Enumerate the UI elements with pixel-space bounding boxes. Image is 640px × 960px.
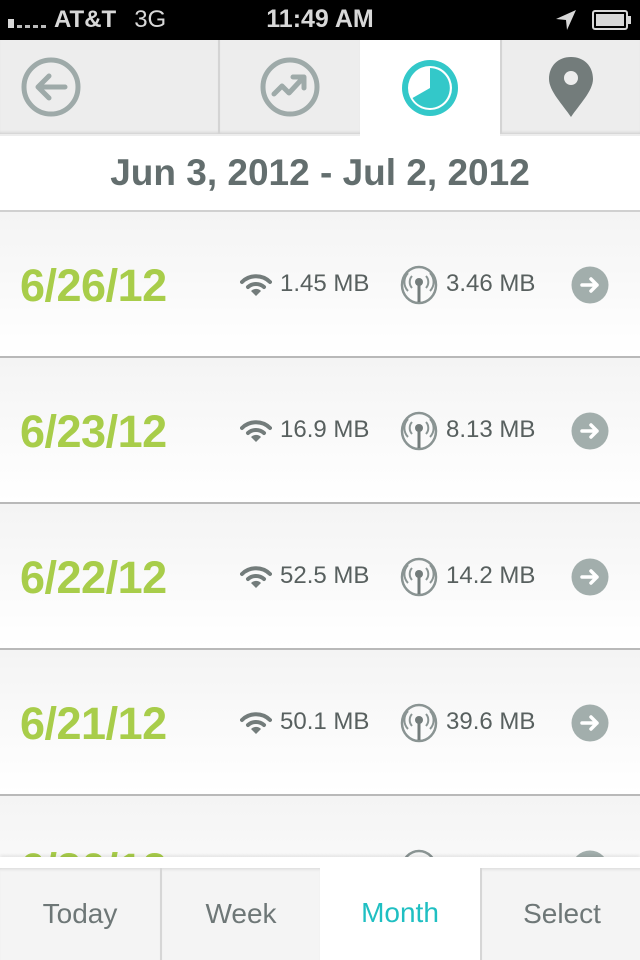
cellular-usage-value: 8.13 MB (446, 416, 536, 443)
tab-today[interactable]: Today (0, 868, 160, 960)
row-detail-arrow-button[interactable] (571, 412, 609, 450)
wifi-usage-value: 16.9 MB (280, 416, 370, 443)
usage-date: 6/26/12 (20, 260, 167, 311)
cellular-tower-icon (400, 411, 438, 451)
usage-row[interactable]: 6/21/12 50.1 MB 39.6 MB (0, 650, 640, 796)
cellular-usage-value: 39.6 MB (446, 708, 536, 735)
wifi-icon (240, 566, 272, 588)
tab-month[interactable]: Month (320, 865, 480, 960)
top-nav (0, 40, 640, 136)
wifi-usage-value: 50.1 MB (280, 708, 370, 735)
cellular-usage-value: 3.46 MB (446, 270, 536, 297)
battery-icon (592, 10, 631, 30)
usage-date: 6/22/12 (20, 552, 167, 603)
wifi-icon (240, 420, 272, 442)
back-arrow-circle-icon (21, 57, 81, 117)
cellular-tower-icon (400, 265, 438, 305)
pie-clock-icon (402, 60, 458, 116)
cellular-tower-icon (400, 703, 438, 743)
cellular-tower-icon (400, 557, 438, 597)
usage-row-partial[interactable]: 6/20/12 (0, 796, 640, 860)
usage-row[interactable]: 6/22/12 52.5 MB 14.2 MB (0, 504, 640, 650)
usage-date: 6/23/12 (20, 406, 167, 457)
usage-date: 6/21/12 (20, 698, 167, 749)
row-detail-arrow-button[interactable] (571, 266, 609, 304)
top-nav-trends-tab[interactable] (218, 40, 360, 134)
date-range-title: Jun 3, 2012 - Jul 2, 2012 (0, 136, 640, 212)
tab-week[interactable]: Week (160, 868, 320, 960)
status-bar: AT&T 3G 11:49 AM (0, 0, 640, 40)
wifi-icon (240, 274, 272, 296)
tab-select[interactable]: Select (480, 868, 640, 960)
map-pin-icon (549, 57, 593, 117)
usage-row[interactable]: 6/23/12 16.9 MB 8.13 MB (0, 358, 640, 504)
wifi-usage-value: 1.45 MB (280, 270, 370, 297)
cellular-usage-value: 14.2 MB (446, 562, 536, 589)
wifi-usage-value: 52.5 MB (280, 562, 370, 589)
top-nav-back-button[interactable] (0, 40, 218, 134)
wifi-icon (240, 712, 272, 734)
status-time: 11:49 AM (266, 5, 374, 33)
location-arrow-icon (556, 10, 576, 30)
usage-row[interactable]: 6/26/12 1.45 MB 3.46 MB (0, 212, 640, 358)
row-detail-arrow-button[interactable] (571, 704, 609, 742)
usage-list: 6/26/12 1.45 MB 3.46 MB 6/23/12 16.9 MB (0, 212, 640, 860)
top-nav-usage-history-tab[interactable] (360, 40, 500, 136)
trend-chart-circle-icon (260, 57, 320, 117)
row-detail-arrow-button[interactable] (571, 558, 609, 596)
period-tab-bar: Today Week Month Select (0, 857, 640, 960)
top-nav-location-tab[interactable] (500, 40, 640, 134)
